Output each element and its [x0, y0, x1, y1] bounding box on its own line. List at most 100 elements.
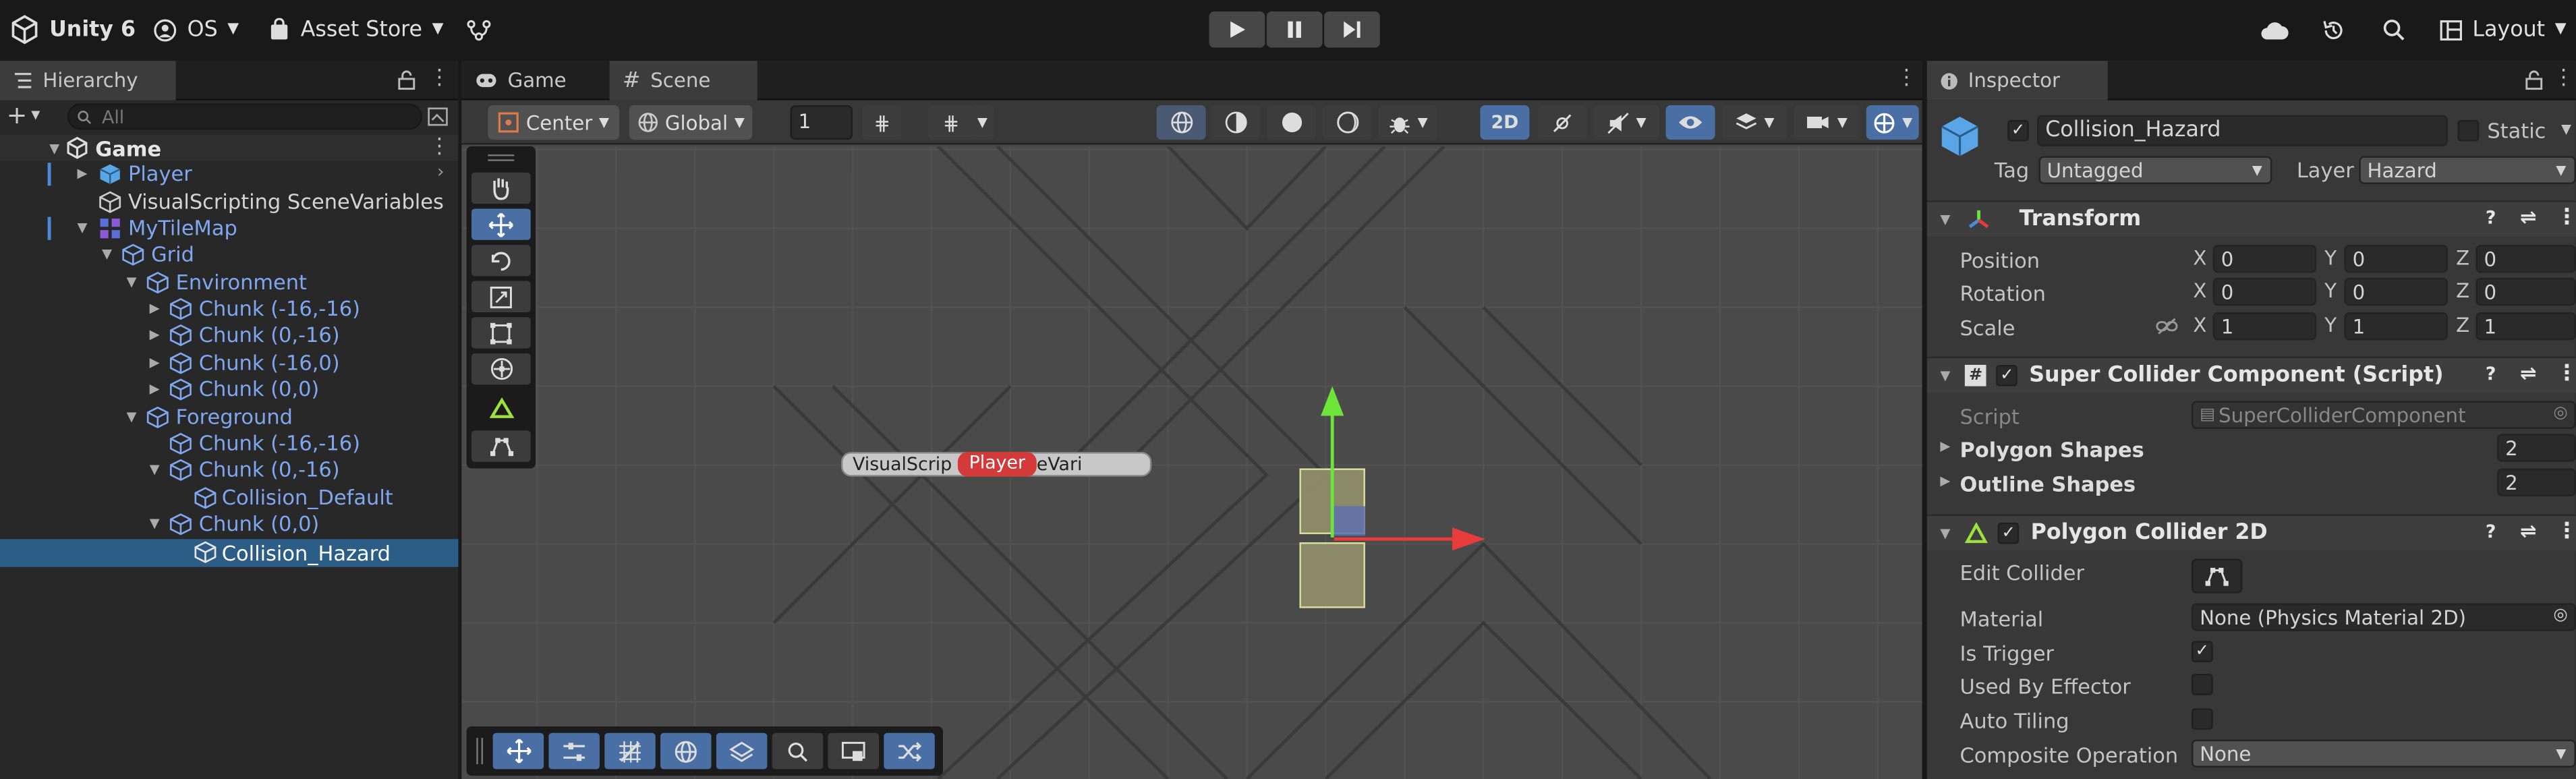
expand-arrow-icon[interactable]: ▼: [1940, 526, 1950, 541]
unity-menu[interactable]: Unity 6: [10, 0, 136, 59]
hand-tool-button[interactable]: [471, 172, 531, 204]
layers-dropdown[interactable]: ▼: [1721, 105, 1787, 140]
grid-snapping-button[interactable]: [604, 732, 656, 770]
tab-scene[interactable]: # Scene: [609, 61, 757, 100]
preset-icon[interactable]: ⇌: [2520, 206, 2537, 229]
scale-z-field[interactable]: 1: [2475, 312, 2576, 341]
pause-button[interactable]: [1266, 11, 1323, 48]
object-name-field[interactable]: Collision_Hazard: [2037, 115, 2448, 146]
constrain-proportions-icon[interactable]: [2155, 317, 2178, 335]
cloud-button[interactable]: [2260, 0, 2289, 59]
layout-dropdown[interactable]: Layout ▼: [2440, 0, 2567, 59]
rect-tool-button[interactable]: [471, 317, 531, 349]
expand-arrow-icon[interactable]: ▼: [150, 516, 160, 531]
scene-search-icon[interactable]: [427, 107, 449, 126]
expand-arrow-icon[interactable]: ▼: [127, 409, 137, 424]
audio-toggle-dropdown[interactable]: ▼: [1593, 105, 1659, 140]
asset-store-dropdown[interactable]: Asset Store ▼: [268, 0, 443, 59]
kebab-menu-icon[interactable]: ⋮: [2556, 362, 2576, 386]
tab-hierarchy[interactable]: Hierarchy: [0, 61, 176, 100]
search-scene-button[interactable]: [772, 732, 824, 770]
preset-icon[interactable]: ⇌: [2520, 362, 2537, 384]
expand-arrow-icon[interactable]: ▶: [150, 301, 160, 316]
space-dropdown[interactable]: Global ▼: [629, 105, 753, 140]
expand-arrow-icon[interactable]: ▶: [150, 381, 160, 396]
overlay-drag-handle[interactable]: [488, 154, 515, 156]
rotation-x-field[interactable]: 0: [2212, 277, 2317, 306]
is-trigger-checkbox[interactable]: ✓: [2191, 641, 2213, 662]
auto-tiling-checkbox[interactable]: [2191, 708, 2213, 730]
hierarchy-row-foreground[interactable]: ▼ Foreground: [0, 404, 459, 430]
random-brush-button[interactable]: [884, 732, 935, 770]
tab-inspector[interactable]: Inspector: [1926, 61, 2108, 100]
script-field[interactable]: ▤ SuperColliderComponent ◎: [2191, 401, 2576, 429]
static-checkbox[interactable]: [2457, 119, 2480, 142]
expand-arrow-icon[interactable]: ▼: [1940, 212, 1950, 227]
hierarchy-row-chunk[interactable]: Chunk (-16,-16): [0, 430, 459, 457]
composite-operation-dropdown[interactable]: None ▼: [2191, 739, 2576, 768]
gizmo-x-axis[interactable]: [1334, 537, 1456, 541]
chevron-right-icon[interactable]: ›: [437, 161, 445, 183]
kebab-menu-icon[interactable]: ⋮: [1896, 65, 1918, 90]
kebab-menu-icon[interactable]: ⋮: [429, 65, 451, 90]
tab-game[interactable]: Game: [461, 61, 606, 100]
overlay-drag-handle[interactable]: [476, 738, 478, 765]
mode-2d-toggle[interactable]: 2D: [1480, 105, 1530, 140]
chevron-down-icon[interactable]: ▼: [31, 109, 40, 121]
hierarchy-row-chunk[interactable]: ▶ Chunk (-16,0): [0, 350, 459, 376]
position-y-field[interactable]: 0: [2344, 245, 2448, 273]
scene-row[interactable]: ▼ Game ⋮: [0, 134, 459, 161]
snap-dropdown[interactable]: ▼: [971, 105, 994, 140]
used-by-effector-checkbox[interactable]: [2191, 674, 2213, 695]
scale-x-field[interactable]: 1: [2212, 312, 2317, 341]
camera-preview-button[interactable]: [828, 732, 879, 770]
polygon-collider-tool-button[interactable]: [471, 393, 531, 424]
position-z-field[interactable]: 0: [2475, 245, 2576, 273]
collider-tile-bottom[interactable]: [1299, 542, 1365, 608]
hierarchy-row-chunk[interactable]: ▶ Chunk (0,0): [0, 376, 459, 403]
help-icon[interactable]: ?: [2486, 521, 2496, 542]
move-tool-button[interactable]: [471, 208, 531, 240]
material-field[interactable]: None (Physics Material 2D) ◎: [2191, 603, 2576, 631]
kebab-menu-icon[interactable]: ⋮: [2553, 65, 2575, 90]
outline-shapes-count-field[interactable]: 2: [2496, 468, 2576, 496]
draw-mode-wireframe-button[interactable]: [1156, 105, 1206, 140]
help-icon[interactable]: ?: [2486, 364, 2496, 385]
draw-mode-shaded-button[interactable]: [1266, 105, 1316, 140]
hierarchy-row-grid[interactable]: ▼ Grid: [0, 241, 459, 268]
kebab-menu-icon[interactable]: ⋮: [2556, 519, 2576, 544]
chevron-down-icon[interactable]: ▼: [2561, 121, 2571, 136]
rotation-z-field[interactable]: 0: [2475, 277, 2576, 306]
expand-arrow-icon[interactable]: ▶: [150, 327, 160, 342]
hierarchy-row-collision-default[interactable]: Collision_Default: [0, 485, 459, 511]
play-button[interactable]: [1209, 11, 1265, 48]
rotation-y-field[interactable]: 0: [2344, 277, 2448, 306]
scale-tool-button[interactable]: [471, 281, 531, 312]
hierarchy-row-chunk[interactable]: ▼ Chunk (0,0): [0, 511, 459, 538]
search-button[interactable]: [2382, 0, 2405, 59]
expand-arrow-icon[interactable]: ▼: [77, 221, 87, 235]
layer-dropdown[interactable]: Hazard ▼: [2359, 156, 2576, 184]
expand-arrow-icon[interactable]: ▶: [150, 355, 160, 370]
view-options-move-button[interactable]: [492, 732, 544, 770]
camera-dropdown[interactable]: ▼: [1794, 105, 1860, 140]
expand-arrow-icon[interactable]: ▶: [77, 166, 87, 181]
component-enabled-checkbox[interactable]: ✓: [1996, 364, 2018, 386]
scene-visibility-toggle[interactable]: [1665, 105, 1715, 140]
step-button[interactable]: [1324, 11, 1380, 48]
scale-y-field[interactable]: 1: [2344, 312, 2448, 341]
version-control-button[interactable]: [467, 0, 492, 59]
edit-collider-button[interactable]: [2191, 558, 2243, 594]
expand-arrow-icon[interactable]: ▼: [127, 275, 137, 289]
expand-arrow-icon[interactable]: ▼: [0, 140, 59, 155]
expand-arrow-icon[interactable]: ▼: [1940, 368, 1950, 383]
component-enabled-checkbox[interactable]: ✓: [1997, 522, 2020, 544]
expand-arrow-icon[interactable]: ▶: [1940, 473, 1950, 488]
transform-tool-button[interactable]: [471, 353, 531, 385]
polygon-shapes-count-field[interactable]: 2: [2496, 434, 2576, 462]
expand-arrow-icon[interactable]: ▼: [150, 462, 160, 477]
orientation-button[interactable]: [660, 732, 712, 770]
debug-draw-dropdown[interactable]: ▼: [1378, 105, 1438, 140]
account-dropdown[interactable]: OS ▼: [153, 0, 239, 59]
lighting-toggle[interactable]: [1537, 105, 1587, 140]
